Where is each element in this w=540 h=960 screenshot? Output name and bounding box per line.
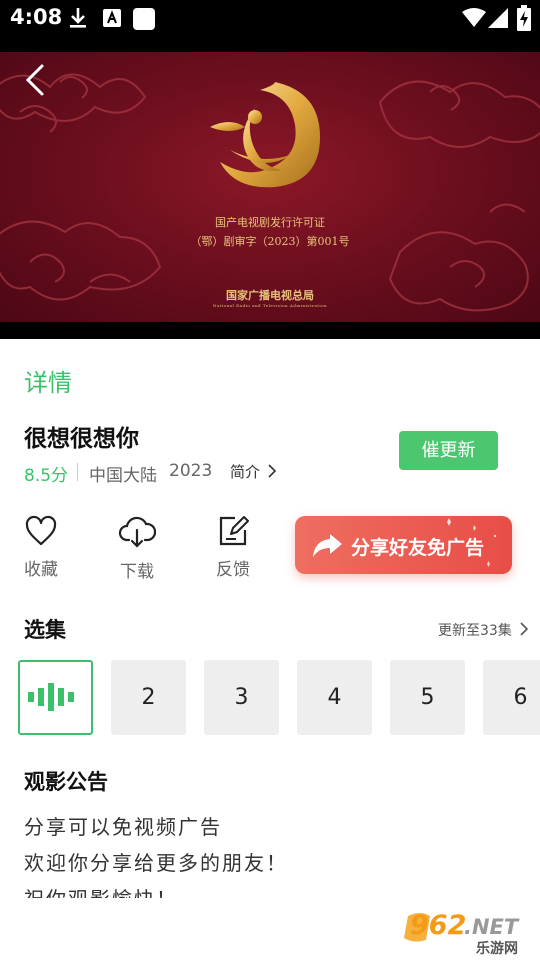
- urge-update-button[interactable]: 催更新: [399, 431, 498, 470]
- battery-charging-icon: [517, 5, 531, 35]
- authority-name-en: National Radio and Television Administra…: [212, 303, 328, 308]
- share-arrow-icon: [313, 534, 342, 557]
- show-year: 2023: [169, 461, 213, 481]
- download-notification-icon: [68, 6, 88, 34]
- tab-details[interactable]: 详情: [24, 363, 72, 398]
- status-time: 4:08: [10, 5, 63, 29]
- download-label: 下载: [120, 562, 154, 582]
- video-player[interactable]: 国产电视剧发行许可证 （鄂）剧审字（2023）第001号 国家广播电视总局 Na…: [0, 36, 540, 339]
- signal-icon: [488, 8, 508, 32]
- watermark-suffix: .NET: [464, 915, 519, 939]
- license-line-2: （鄂）剧审字（2023）第001号: [190, 235, 350, 248]
- favorite-button[interactable]: 收藏: [11, 515, 71, 580]
- feedback-label: 反馈: [216, 560, 250, 580]
- wifi-icon: [462, 8, 486, 32]
- show-rating: 8.5分: [24, 466, 69, 486]
- heart-icon: [25, 515, 57, 546]
- chevron-left-icon: [25, 64, 44, 96]
- back-button[interactable]: [18, 62, 54, 98]
- meta-divider: [77, 463, 78, 481]
- intro-label: 简介: [230, 463, 261, 481]
- notice-body: 分享可以免视频广告 欢迎你分享给更多的朋友！ 祝你观影愉快！: [0, 800, 540, 898]
- blank-notification-icon: [132, 7, 156, 35]
- share-to-friends-button[interactable]: 分享好友免广告: [295, 516, 512, 574]
- episode-item[interactable]: 6: [483, 660, 540, 735]
- license-line-1: 国产电视剧发行许可证: [215, 216, 325, 229]
- notice-line: 欢迎你分享给更多的朋友！: [24, 851, 288, 875]
- share-label: 分享好友免广告: [351, 537, 485, 559]
- playing-bars-icon: [28, 683, 74, 711]
- watermark-brand: 962: [410, 910, 467, 941]
- episodes-title: 选集: [24, 618, 66, 642]
- notice-line: 分享可以免视频广告: [24, 815, 222, 839]
- video-frame: 国产电视剧发行许可证 （鄂）剧审字（2023）第001号 国家广播电视总局 Na…: [0, 52, 540, 322]
- feedback-button[interactable]: 反馈: [203, 515, 263, 580]
- episode-item[interactable]: 3: [204, 660, 279, 735]
- notice-title: 观影公告: [24, 770, 108, 794]
- logo-emblem: [210, 82, 320, 188]
- status-bar: 4:08: [0, 0, 540, 36]
- chevron-right-icon: [520, 622, 529, 636]
- edit-note-icon: [219, 516, 249, 546]
- chevron-right-icon: [268, 464, 276, 478]
- notice-line: 祝你观影愉快！: [24, 883, 178, 898]
- episodes-update-info: 更新至33集: [438, 623, 512, 639]
- site-watermark-logo: 962 .NET 乐游网: [400, 910, 535, 957]
- watermark-sub: 乐游网: [476, 941, 518, 957]
- intro-link[interactable]: 简介: [230, 461, 277, 482]
- app-notification-icon: [102, 6, 122, 34]
- episode-item[interactable]: 5: [390, 660, 465, 735]
- episode-playing[interactable]: [18, 660, 93, 735]
- show-title: 很想很想你: [24, 426, 139, 452]
- favorite-label: 收藏: [24, 560, 58, 580]
- episode-item[interactable]: 4: [297, 660, 372, 735]
- episode-item[interactable]: 2: [111, 660, 186, 735]
- cloud-download-icon: [118, 516, 156, 548]
- authority-name: 国家广播电视总局: [226, 289, 314, 302]
- episodes-update-link[interactable]: 更新至33集: [438, 620, 529, 640]
- show-region: 中国大陆: [89, 466, 157, 486]
- download-button[interactable]: 下载: [107, 515, 167, 582]
